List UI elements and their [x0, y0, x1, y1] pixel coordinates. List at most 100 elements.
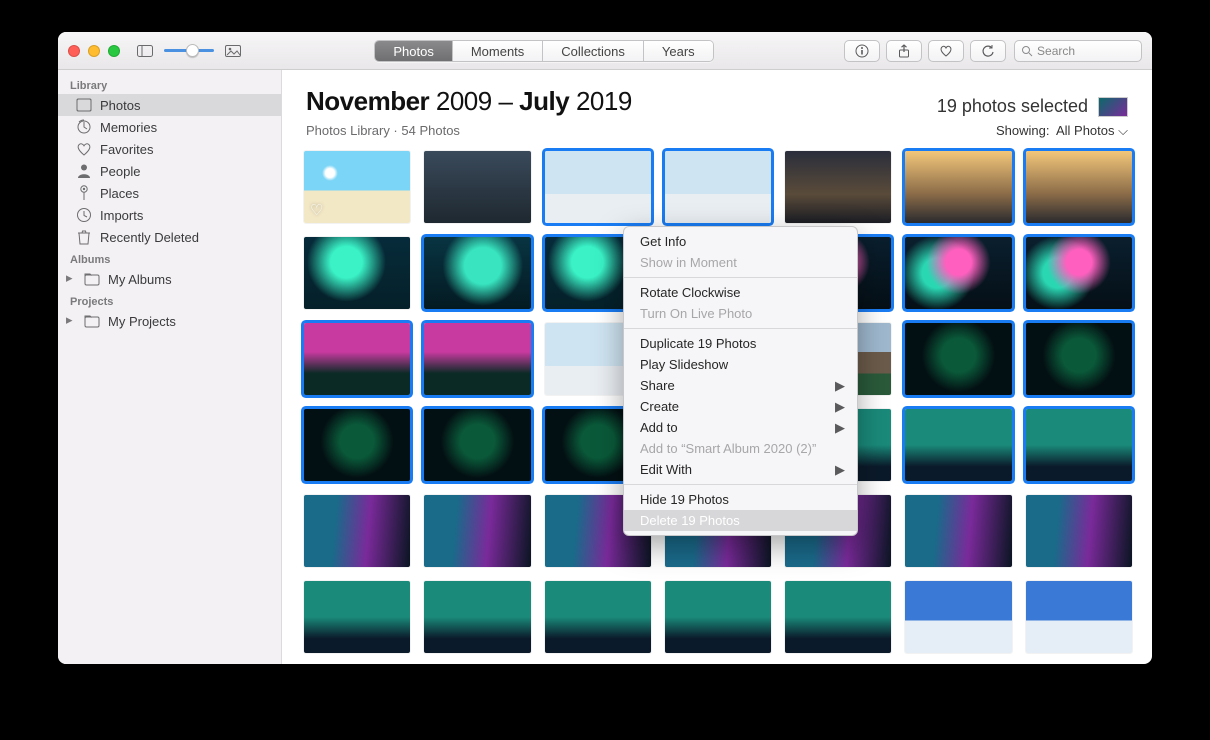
rotate-button[interactable] — [970, 40, 1006, 62]
photo-thumbnail[interactable] — [304, 323, 410, 395]
submenu-arrow-icon: ▶ — [835, 420, 845, 436]
view-tab-years[interactable]: Years — [644, 41, 713, 61]
menu-item-label: Add to — [640, 420, 678, 435]
sidebar-item-people[interactable]: People — [58, 160, 281, 182]
photo-thumbnail[interactable] — [905, 323, 1011, 395]
photo-thumbnail[interactable]: ♡ — [304, 151, 410, 223]
favorite-button[interactable] — [928, 40, 964, 62]
photo-thumbnail[interactable] — [424, 151, 530, 223]
search-field[interactable]: Search — [1014, 40, 1142, 62]
sidebar-item-my-albums[interactable]: ▸ My Albums — [58, 268, 281, 290]
info-button[interactable] — [844, 40, 880, 62]
photo-thumbnail[interactable] — [304, 237, 410, 309]
photo-thumbnail[interactable] — [1026, 237, 1132, 309]
menu-item-add-to[interactable]: Add to ▶ — [624, 417, 857, 438]
menu-item-label: Get Info — [640, 234, 686, 249]
thumbnail-size-icon[interactable] — [222, 40, 244, 62]
selection-preview-thumb — [1098, 97, 1128, 117]
sidebar-item-label: Places — [100, 186, 139, 201]
sidebar-item-places[interactable]: Places — [58, 182, 281, 204]
photo-thumbnail[interactable] — [905, 581, 1011, 653]
photo-thumbnail[interactable] — [424, 581, 530, 653]
menu-item-show-in-moment: Show in Moment — [624, 252, 857, 273]
menu-separator — [624, 484, 857, 485]
menu-item-play-slideshow[interactable]: Play Slideshow — [624, 354, 857, 375]
showing-filter[interactable]: Showing: All Photos ⌵ — [996, 123, 1128, 139]
menu-item-label: Delete 19 Photos — [640, 513, 740, 528]
sidebar-item-memories[interactable]: Memories — [58, 116, 281, 138]
search-icon — [1021, 45, 1033, 57]
content-header: November 2009 – July 2019 19 photos sele… — [282, 70, 1152, 121]
menu-item-share[interactable]: Share▶ — [624, 375, 857, 396]
menu-item-duplicate-19-photos[interactable]: Duplicate 19 Photos — [624, 333, 857, 354]
close-button[interactable] — [68, 45, 80, 57]
photo-thumbnail[interactable] — [1026, 495, 1132, 567]
photo-thumbnail[interactable] — [1026, 581, 1132, 653]
photo-thumbnail[interactable] — [545, 151, 651, 223]
menu-item-label: Edit With — [640, 462, 692, 477]
menu-item-get-info[interactable]: Get Info — [624, 231, 857, 252]
sidebar-item-label: Photos — [100, 98, 140, 113]
menu-item-create[interactable]: Create▶ — [624, 396, 857, 417]
zoom-button[interactable] — [108, 45, 120, 57]
view-tab-collections[interactable]: Collections — [543, 41, 644, 61]
photo-thumbnail[interactable] — [304, 495, 410, 567]
view-tab-moments[interactable]: Moments — [453, 41, 543, 61]
photo-thumbnail[interactable] — [905, 237, 1011, 309]
sidebar-item-my-projects[interactable]: ▸ My Projects — [58, 310, 281, 332]
photo-thumbnail[interactable] — [1026, 409, 1132, 481]
menu-item-label: Rotate Clockwise — [640, 285, 740, 300]
menu-item-rotate-clockwise[interactable]: Rotate Clockwise — [624, 282, 857, 303]
sidebar-section-header: Projects — [58, 290, 281, 310]
photo-thumbnail[interactable] — [424, 323, 530, 395]
menu-item-label: Hide 19 Photos — [640, 492, 729, 507]
sidebar-item-label: My Albums — [108, 272, 172, 287]
photo-thumbnail[interactable] — [424, 495, 530, 567]
photo-thumbnail[interactable] — [1026, 151, 1132, 223]
sidebar-toggle-icon[interactable] — [134, 40, 156, 62]
photo-thumbnail[interactable] — [304, 409, 410, 481]
sidebar-item-label: Memories — [100, 120, 157, 135]
photos-icon — [76, 97, 92, 113]
photo-thumbnail[interactable] — [785, 151, 891, 223]
photo-thumbnail[interactable] — [665, 581, 771, 653]
photo-thumbnail[interactable] — [1026, 323, 1132, 395]
menu-item-label: Duplicate 19 Photos — [640, 336, 756, 351]
sidebar-item-photos[interactable]: Photos — [58, 94, 281, 116]
photo-thumbnail[interactable] — [424, 237, 530, 309]
disclosure-triangle-icon[interactable]: ▸ — [66, 312, 76, 328]
menu-item-label: Turn On Live Photo — [640, 306, 752, 321]
photo-thumbnail[interactable] — [304, 581, 410, 653]
menu-item-hide-19-photos[interactable]: Hide 19 Photos — [624, 489, 857, 510]
submenu-arrow-icon: ▶ — [835, 462, 845, 478]
photo-thumbnail[interactable] — [905, 495, 1011, 567]
submenu-arrow-icon: ▶ — [835, 399, 845, 415]
menu-item-edit-with[interactable]: Edit With ▶ — [624, 459, 857, 480]
photo-thumbnail[interactable] — [785, 581, 891, 653]
photo-thumbnail[interactable] — [665, 151, 771, 223]
menu-item-label: Add to “Smart Album 2020 (2)” — [640, 441, 816, 456]
chevron-down-icon: ⌵ — [1118, 123, 1128, 138]
sidebar-item-favorites[interactable]: Favorites — [58, 138, 281, 160]
content-subheader: Photos Library · 54 Photos Showing: All … — [282, 121, 1152, 145]
pin-icon — [76, 185, 92, 201]
view-tab-photos[interactable]: Photos — [375, 41, 452, 61]
disclosure-triangle-icon[interactable]: ▸ — [66, 270, 76, 286]
sidebar-item-label: My Projects — [108, 314, 176, 329]
menu-item-label: Play Slideshow — [640, 357, 728, 372]
sidebar-item-recently-deleted[interactable]: Recently Deleted — [58, 226, 281, 248]
person-icon — [76, 163, 92, 179]
sidebar: LibraryPhotosMemoriesFavoritesPeoplePlac… — [58, 70, 282, 664]
menu-item-delete-19-photos[interactable]: Delete 19 Photos — [624, 510, 857, 531]
menu-item-turn-on-live-photo: Turn On Live Photo — [624, 303, 857, 324]
photo-thumbnail[interactable] — [905, 151, 1011, 223]
photo-thumbnail[interactable] — [545, 581, 651, 653]
zoom-slider[interactable] — [164, 49, 214, 52]
menu-item-add-to-smart-album-2020-2: Add to “Smart Album 2020 (2)” — [624, 438, 857, 459]
photo-thumbnail[interactable] — [905, 409, 1011, 481]
photo-thumbnail[interactable] — [424, 409, 530, 481]
folder-icon — [84, 271, 100, 287]
sidebar-item-imports[interactable]: Imports — [58, 204, 281, 226]
share-button[interactable] — [886, 40, 922, 62]
minimize-button[interactable] — [88, 45, 100, 57]
